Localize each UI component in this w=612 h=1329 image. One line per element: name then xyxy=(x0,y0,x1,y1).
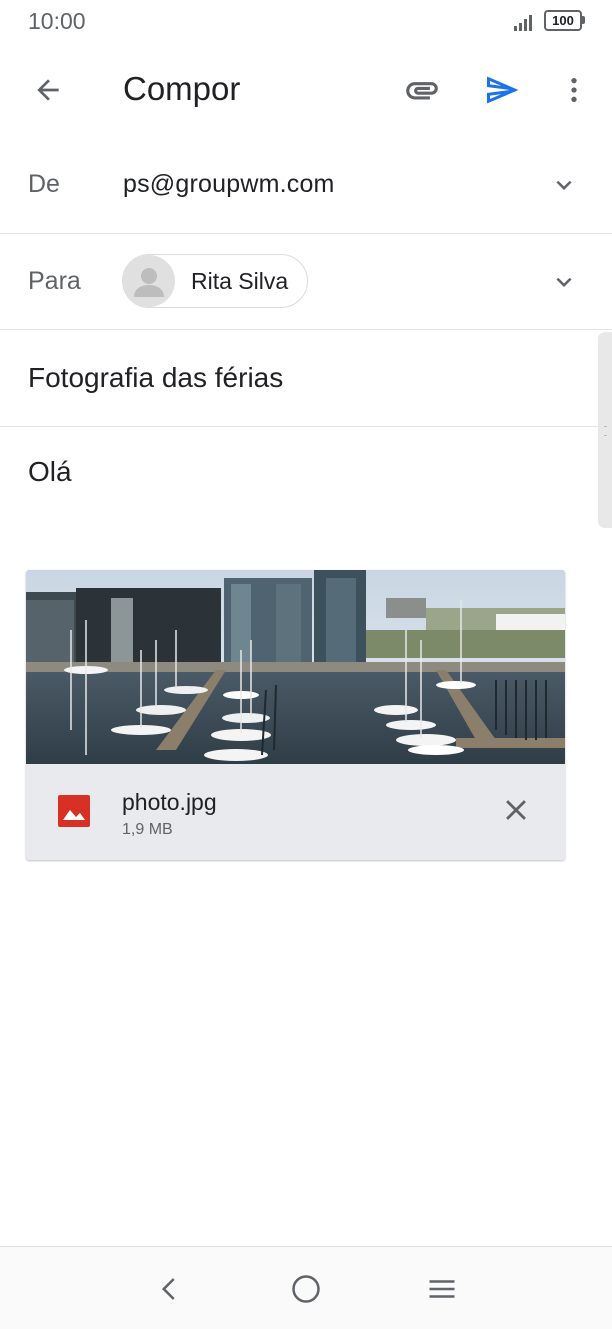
attachment-card[interactable]: photo.jpg 1,9 MB xyxy=(26,570,565,860)
more-vert-icon xyxy=(571,78,577,102)
battery-tip xyxy=(582,16,585,24)
attach-button[interactable] xyxy=(396,66,448,114)
attachment-size: 1,9 MB xyxy=(122,821,173,838)
divider xyxy=(0,426,612,427)
nav-home-button[interactable] xyxy=(278,1261,334,1317)
scrollbar[interactable] xyxy=(598,332,612,528)
attachment-footer: photo.jpg 1,9 MB xyxy=(26,764,565,860)
chevron-down-icon xyxy=(556,277,572,287)
avatar xyxy=(123,255,175,307)
status-time: 10:00 xyxy=(28,8,86,34)
system-nav-bar xyxy=(0,1246,612,1329)
attachment-name: photo.jpg xyxy=(122,789,217,815)
nav-back-button[interactable] xyxy=(142,1261,198,1317)
divider xyxy=(0,329,612,330)
chevron-left-icon xyxy=(161,1278,175,1300)
photo-preview xyxy=(26,570,565,764)
from-address[interactable]: ps@groupwm.com xyxy=(123,170,335,199)
send-icon xyxy=(487,76,519,104)
circle-icon xyxy=(292,1275,320,1303)
close-icon xyxy=(506,800,526,820)
recipient-chip[interactable]: Rita Silva xyxy=(122,254,308,308)
body-field[interactable]: Olá xyxy=(28,456,72,488)
divider xyxy=(0,233,612,234)
send-button[interactable] xyxy=(476,66,528,114)
to-expand-button[interactable] xyxy=(544,262,584,302)
menu-icon xyxy=(429,1280,455,1298)
battery-indicator: 100 xyxy=(544,10,582,31)
to-label: Para xyxy=(28,267,81,295)
chevron-down-icon xyxy=(556,180,572,190)
more-options-button[interactable] xyxy=(552,66,596,114)
from-expand-button[interactable] xyxy=(544,165,584,205)
arrow-left-icon xyxy=(37,79,59,101)
page-title: Compor xyxy=(123,70,241,107)
remove-attachment-button[interactable] xyxy=(492,786,540,834)
image-icon xyxy=(58,795,90,827)
signal-icon xyxy=(514,15,532,31)
from-label: De xyxy=(28,170,60,198)
scroll-grip xyxy=(604,426,607,436)
paperclip-icon xyxy=(406,82,438,100)
subject-field[interactable]: Fotografia das férias xyxy=(28,362,283,394)
recipient-name: Rita Silva xyxy=(191,268,289,294)
nav-menu-button[interactable] xyxy=(414,1261,470,1317)
person-icon xyxy=(134,268,164,297)
back-button[interactable] xyxy=(22,66,74,114)
